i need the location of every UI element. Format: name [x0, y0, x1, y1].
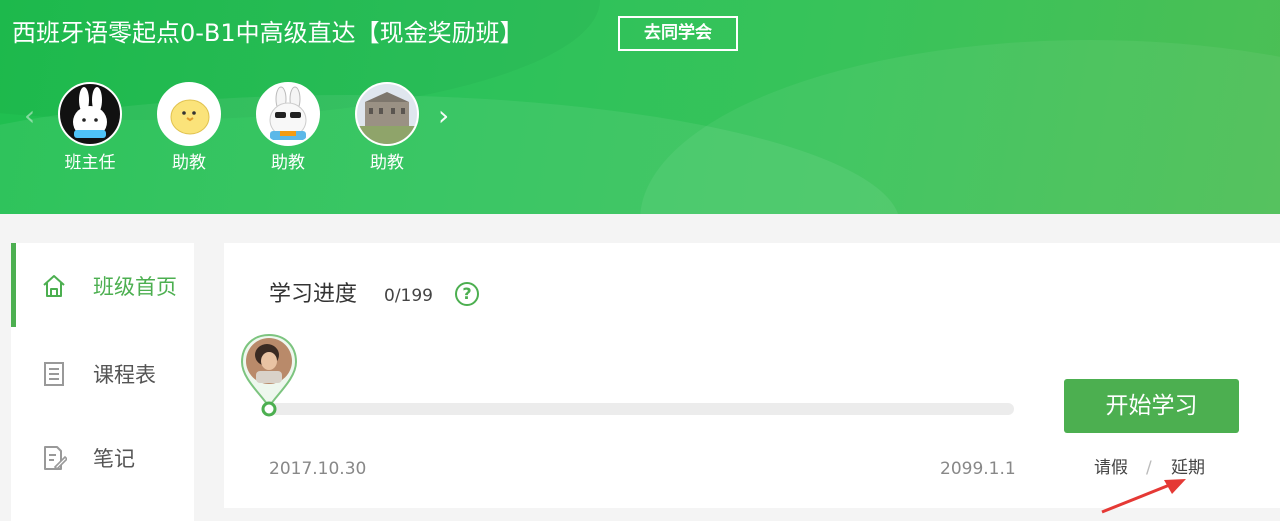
go-classmates-button[interactable]: 去同学会	[618, 16, 738, 51]
red-annotation-arrow	[1101, 479, 1186, 514]
end-date: 2099.1.1	[940, 459, 1016, 479]
header-wave-decoration	[640, 40, 1280, 214]
rabbit-sunglasses-avatar[interactable]	[256, 82, 320, 146]
staff-head-teacher[interactable]: 班主任	[58, 82, 122, 174]
progress-count: 0/199	[384, 286, 433, 306]
staff-role-label: 助教	[172, 153, 206, 173]
sidebar-item-label: 笔记	[93, 447, 135, 471]
home-icon	[43, 275, 65, 297]
notes-icon	[44, 446, 67, 471]
start-date: 2017.10.30	[269, 459, 367, 479]
sidebar-item-label: 班级首页	[93, 275, 177, 299]
progress-title: 学习进度	[269, 282, 358, 307]
sidebar: 班级首页 课程表 笔记	[11, 243, 194, 521]
staff-role-label: 助教	[370, 153, 404, 173]
staff-assistant[interactable]: 助教	[256, 82, 320, 174]
staff-assistant[interactable]: 助教	[157, 82, 221, 174]
progress-track	[269, 403, 1014, 415]
sidebar-item-schedule[interactable]: 课程表	[11, 331, 194, 415]
help-icon[interactable]: ?	[455, 282, 479, 306]
sidebar-item-notes[interactable]: 笔记	[11, 415, 194, 499]
chevron-right-icon[interactable]: ›	[438, 100, 449, 132]
class-header: 西班牙语零起点0-B1中高级直达【现金奖励班】 去同学会 ‹ › 班主任 助教 …	[0, 0, 1280, 214]
staff-assistant[interactable]: 助教	[355, 82, 419, 174]
chevron-left-icon[interactable]: ‹	[24, 100, 35, 132]
user-avatar-marker	[240, 333, 298, 417]
sidebar-item-class-home[interactable]: 班级首页	[11, 243, 194, 327]
class-title: 西班牙语零起点0-B1中高级直达【现金奖励班】	[12, 19, 524, 47]
staff-role-label: 班主任	[64, 153, 116, 173]
white-rabbit-avatar[interactable]	[58, 82, 122, 146]
staff-role-label: 助教	[271, 153, 305, 173]
progress-panel: 学习进度 0/199 ? 2017.10.30 2099.1.1 开始学习 请假…	[224, 243, 1280, 508]
sidebar-item-label: 课程表	[93, 363, 156, 387]
start-learning-button[interactable]: 开始学习	[1064, 379, 1239, 433]
yellow-chick-avatar[interactable]	[157, 82, 221, 146]
schedule-icon	[44, 362, 64, 386]
building-photo-avatar[interactable]	[355, 82, 419, 146]
